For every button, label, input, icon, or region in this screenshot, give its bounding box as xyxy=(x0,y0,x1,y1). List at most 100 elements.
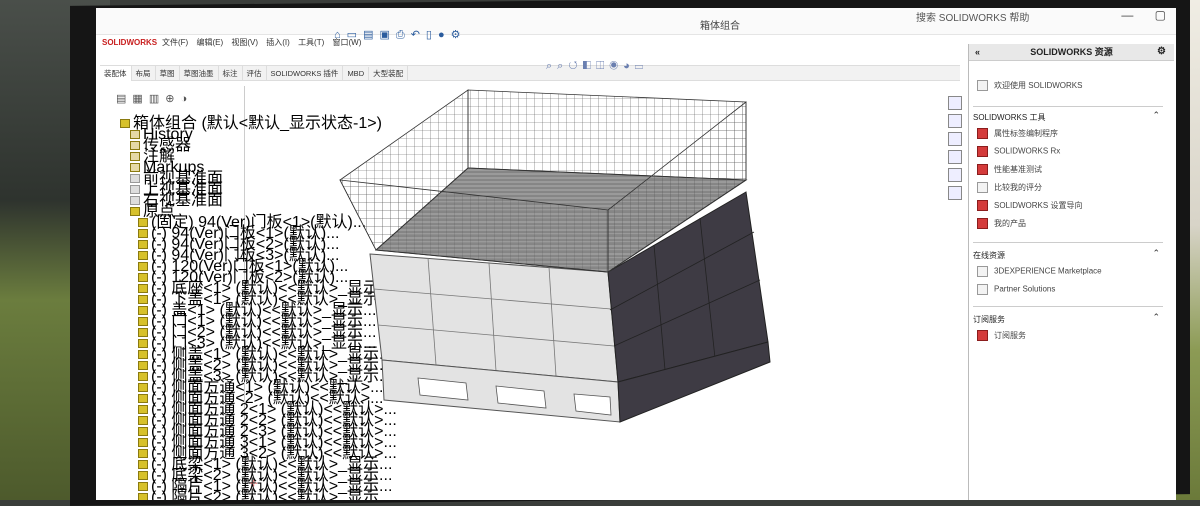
tab-assembly[interactable]: 装配体 xyxy=(100,66,132,81)
tool-link[interactable]: 比较我的评分 xyxy=(977,182,1042,194)
home-icon xyxy=(977,80,988,92)
part-icon xyxy=(138,449,148,459)
graphics-viewport[interactable] xyxy=(246,82,966,497)
tool-link[interactable]: SOLIDWORKS 设置导向 xyxy=(977,200,1082,212)
part-icon xyxy=(138,218,148,228)
tree-item[interactable]: (-) 隔片<2> (默认)<<默认>_显示... xyxy=(120,490,392,500)
tool-label: 性能基准测试 xyxy=(994,165,1042,174)
zoom-area-icon[interactable]: ⌕ xyxy=(557,60,568,72)
display-style-icon[interactable]: ◉ xyxy=(609,60,623,72)
tab-large-assembly[interactable]: 大型装配 xyxy=(369,66,409,81)
online-link[interactable]: 3DEXPERIENCE Marketplace xyxy=(977,266,1102,277)
menu-edit[interactable]: 编辑(E) xyxy=(196,38,223,47)
gear-icon[interactable]: ⚙ xyxy=(1157,44,1166,60)
select-icon[interactable]: ▯ xyxy=(426,29,438,41)
appearance-icon[interactable]: ◕ xyxy=(623,60,635,72)
part-icon xyxy=(138,284,148,294)
plane-icon xyxy=(130,185,140,195)
title-bar: 箱体组合 搜索 SOLIDWORKS 帮助 — ▢ xyxy=(96,8,1176,35)
part-icon xyxy=(138,482,148,492)
feature-tree-list: 箱体组合 (默认<默认_显示状态-1>) History 传感器 注解 Markups 前… xyxy=(120,116,397,500)
part-icon xyxy=(138,251,148,261)
assembly-icon xyxy=(120,119,130,129)
welcome-link[interactable]: 欢迎使用 SOLIDWORKS xyxy=(977,80,1083,92)
section-view-icon[interactable]: ◧ xyxy=(583,60,596,72)
heads-up-view-toolbar: ⌕⌕↺◧◫◉◕▭ xyxy=(546,60,648,73)
chevron-up-icon[interactable]: ⌃ xyxy=(1152,312,1160,323)
menu-view[interactable]: 视图(V) xyxy=(231,38,258,47)
document-title: 箱体组合 xyxy=(700,21,740,32)
markup-icon xyxy=(130,163,140,173)
welcome-label: 欢迎使用 SOLIDWORKS xyxy=(994,81,1083,90)
tool-link[interactable]: 我的产品 xyxy=(977,218,1026,230)
tab-evaluate[interactable]: 评估 xyxy=(243,66,267,81)
appearances-icon[interactable] xyxy=(948,168,962,182)
custom-properties-icon[interactable] xyxy=(948,186,962,200)
tree-item[interactable]: 传感器 xyxy=(120,138,260,154)
tool-link[interactable]: SOLIDWORKS Rx xyxy=(977,146,1060,157)
online-link[interactable]: Partner Solutions xyxy=(977,284,1055,295)
open-icon[interactable]: ▤ xyxy=(363,29,379,41)
part-icon xyxy=(138,317,148,327)
home-icon[interactable]: ⌂ xyxy=(334,29,347,41)
property-manager-icon[interactable]: ▦ xyxy=(132,93,148,105)
dim-xpert-icon[interactable]: ⊕ xyxy=(165,93,180,105)
part-icon xyxy=(138,361,148,371)
subscription-label: 订阅服务 xyxy=(994,331,1026,340)
window-controls: — ▢ xyxy=(1103,8,1166,22)
chevron-up-icon[interactable]: ⌃ xyxy=(1152,248,1160,259)
part-icon xyxy=(138,493,148,500)
help-search-input[interactable]: 搜索 SOLIDWORKS 帮助 xyxy=(916,9,1029,24)
new-file-icon[interactable]: ▭ xyxy=(347,29,363,41)
partner-icon xyxy=(977,284,988,295)
tool-icon xyxy=(977,128,988,140)
menu-insert[interactable]: 插入(I) xyxy=(266,38,290,47)
tab-mbd[interactable]: MBD xyxy=(343,67,370,80)
tab-layout[interactable]: 布局 xyxy=(132,66,156,81)
tool-link[interactable]: 属性标签编制程序 xyxy=(977,128,1058,140)
sensor-icon xyxy=(130,141,140,151)
tool-icon xyxy=(977,146,988,157)
file-explorer-icon[interactable] xyxy=(948,132,962,146)
menu-tools[interactable]: 工具(T) xyxy=(298,38,324,47)
previous-view-icon[interactable]: ↺ xyxy=(568,60,582,72)
rebuild-icon[interactable]: ● xyxy=(438,29,451,41)
online-label: Partner Solutions xyxy=(994,284,1056,294)
view-palette-icon[interactable] xyxy=(948,150,962,164)
marketplace-icon xyxy=(977,266,988,277)
config-manager-icon[interactable]: ▥ xyxy=(149,93,165,105)
part-icon xyxy=(138,229,148,239)
print-icon[interactable]: ⎙ xyxy=(396,29,411,41)
tab-addins[interactable]: SOLIDWORKS 插件 xyxy=(267,66,344,81)
tool-link[interactable]: 性能基准测试 xyxy=(977,164,1042,176)
online-section-title: 在线资源 xyxy=(973,251,1005,260)
history-icon xyxy=(130,130,140,140)
minimize-icon[interactable]: — xyxy=(1121,8,1133,22)
part-icon xyxy=(138,471,148,481)
design-library-icon[interactable] xyxy=(948,114,962,128)
undo-icon[interactable]: ↶ xyxy=(411,29,426,41)
menu-file[interactable]: 文件(F) xyxy=(162,38,188,47)
chevron-up-icon[interactable]: ⌃ xyxy=(1152,110,1160,121)
resources-tab-icon[interactable] xyxy=(948,96,962,110)
part-icon xyxy=(138,383,148,393)
options-icon[interactable]: ⚙ xyxy=(451,29,467,41)
save-icon[interactable]: ▣ xyxy=(379,29,395,41)
part-icon xyxy=(138,328,148,338)
solidworks-window: 箱体组合 搜索 SOLIDWORKS 帮助 — ▢ SOLIDWORKS 文件(… xyxy=(96,8,1176,500)
view-orientation-icon[interactable]: ◫ xyxy=(596,60,609,72)
solidworks-logo: SOLIDWORKS xyxy=(102,38,158,47)
pallet-box-model[interactable] xyxy=(339,89,771,423)
tab-sketch[interactable]: 草图 xyxy=(156,66,180,81)
collapse-panel-icon[interactable]: « xyxy=(975,44,980,60)
tree-item[interactable]: 右视基准面 xyxy=(120,193,260,209)
tab-sketch-ink[interactable]: 草图油墨 xyxy=(180,66,219,81)
scene-icon[interactable]: ▭ xyxy=(635,60,648,72)
maximize-icon[interactable]: ▢ xyxy=(1155,8,1166,22)
tab-markup[interactable]: 标注 xyxy=(219,66,243,81)
feature-tree-icon[interactable]: ▤ xyxy=(116,93,132,105)
tool-label: SOLIDWORKS Rx xyxy=(994,146,1061,156)
subscription-link[interactable]: 订阅服务 xyxy=(977,330,1026,342)
display-manager-icon[interactable]: ◑ xyxy=(180,93,193,105)
zoom-fit-icon[interactable]: ⌕ xyxy=(546,60,557,72)
